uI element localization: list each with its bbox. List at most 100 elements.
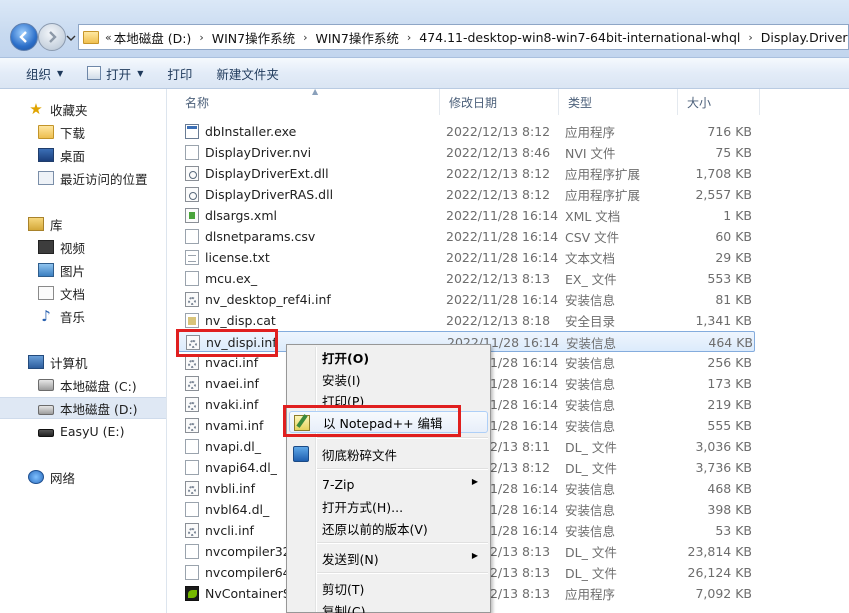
file-row[interactable]: DisplayDriverExt.dll 2022/12/13 8:12 应用程序扩… [178, 163, 755, 184]
menu-item-open[interactable]: 打开(O) [289, 346, 488, 368]
menu-item-open-with[interactable]: 打开方式(H)... [289, 495, 488, 517]
file-date: 2022/12/13 8:12 [446, 187, 551, 202]
file-row[interactable]: license.txt 2022/11/28 16:14 文本文档 29 KB [178, 247, 755, 268]
history-dropdown-icon[interactable] [66, 33, 76, 43]
file-size: 553 KB [707, 271, 752, 286]
chevron-down-icon: ▼ [137, 68, 144, 78]
print-label: 打印 [167, 66, 193, 82]
file-row[interactable]: DisplayDriverRAS.dll 2022/12/13 8:12 应用程序扩… [178, 184, 755, 205]
menu-item-copy[interactable]: 复制(C) [289, 599, 488, 613]
breadcrumb-item[interactable]: WIN7操作系统 [212, 28, 295, 47]
sidebar-item-drive-e[interactable]: EasyU (E:) [0, 420, 166, 442]
file-size: 1,708 KB [695, 166, 752, 181]
print-button[interactable]: 打印 [155, 58, 204, 88]
column-header-date[interactable]: 修改日期 [440, 89, 559, 115]
menu-item-label: 打开(O) [322, 350, 370, 366]
breadcrumb-separator-icon[interactable]: › [748, 31, 752, 44]
menu-item-label: 发送到(N) [322, 551, 379, 567]
sidebar-item-videos[interactable]: 视频 [0, 236, 166, 258]
menu-separator [317, 572, 488, 574]
column-header-label: 修改日期 [449, 95, 498, 110]
shredder-icon [293, 446, 309, 462]
menu-separator [317, 542, 488, 544]
file-row[interactable]: dlsargs.xml 2022/11/28 16:14 XML 文档 1 KB [178, 205, 755, 226]
file-row[interactable]: nv_disp.cat 2022/12/13 8:18 安全目录 1,341 KB [178, 310, 755, 331]
breadcrumb-item[interactable]: 本地磁盘 (D:) [114, 28, 192, 47]
column-header-type[interactable]: 类型 [559, 89, 678, 115]
file-row[interactable]: dlsnetparams.csv 2022/11/28 16:14 CSV 文件 60… [178, 226, 755, 247]
menu-item-install[interactable]: 安装(I) [289, 368, 488, 390]
sidebar-item-desktop[interactable]: 桌面 [0, 144, 166, 166]
sidebar-item-network[interactable]: 网络 [0, 466, 166, 488]
navigation-bar: « 本地磁盘 (D:) › WIN7操作系统 › WIN7操作系统 › 474.… [0, 0, 849, 58]
menu-item-label: 剪切(T) [322, 581, 365, 597]
file-row[interactable]: mcu.ex_ 2022/12/13 8:13 EX_ 文件 553 KB [178, 268, 755, 289]
open-button[interactable]: 打开 ▼ [75, 58, 155, 88]
highlight-box [176, 329, 278, 357]
breadcrumb-separator-icon[interactable]: › [199, 31, 203, 44]
address-bar[interactable]: « 本地磁盘 (D:) › WIN7操作系统 › WIN7操作系统 › 474.… [78, 24, 849, 50]
sidebar-item-pictures[interactable]: 图片 [0, 259, 166, 281]
usb-drive-icon [38, 428, 54, 437]
sidebar-item-documents[interactable]: 文档 [0, 282, 166, 304]
breadcrumb-overflow[interactable]: « [105, 31, 112, 44]
file-date: 2022/11/28 16:14 [446, 229, 559, 244]
breadcrumb-separator-icon[interactable]: › [407, 31, 411, 44]
xml-file-icon [185, 208, 199, 223]
breadcrumb-separator-icon[interactable]: › [303, 31, 307, 44]
file-date: 2022/11/28 16:14 [446, 292, 559, 307]
column-header-size[interactable]: 大小 [678, 89, 760, 115]
menu-item-restore-versions[interactable]: 还原以前的版本(V) [289, 517, 488, 539]
file-name: license.txt [205, 250, 270, 265]
chevron-down-icon: ▼ [57, 68, 64, 78]
highlight-box [283, 405, 461, 437]
file-name: nv_desktop_ref4i.inf [205, 292, 331, 307]
sidebar-item-label: 视频 [60, 240, 86, 256]
application-icon [185, 124, 199, 139]
file-size: 23,814 KB [687, 544, 752, 559]
file-size: 60 KB [715, 229, 752, 244]
document-icon [38, 286, 54, 300]
file-name: DisplayDriverRAS.dll [205, 187, 334, 202]
sidebar-item-downloads[interactable]: 下载 [0, 121, 166, 143]
sidebar-item-drive-c[interactable]: 本地磁盘 (C:) [0, 374, 166, 396]
file-row[interactable]: dbInstaller.exe 2022/12/13 8:12 应用程序 716 KB [178, 121, 755, 142]
menu-item-cut[interactable]: 剪切(T) [289, 577, 488, 599]
dll-file-icon [185, 187, 199, 202]
file-size: 468 KB [707, 481, 752, 496]
sidebar-item-libraries[interactable]: 库 [0, 213, 166, 235]
catalog-file-icon [185, 313, 199, 328]
setup-info-file-icon [185, 355, 199, 370]
arrow-right-icon [49, 31, 57, 43]
column-header-name[interactable]: ▲ 名称 [176, 87, 440, 115]
sidebar-item-computer[interactable]: 计算机 [0, 351, 166, 373]
menu-item-shred[interactable]: 彻底粉碎文件 [289, 443, 488, 465]
breadcrumb-item[interactable]: WIN7操作系统 [315, 28, 398, 47]
sidebar-item-label: 计算机 [50, 355, 88, 371]
file-row[interactable]: DisplayDriver.nvi 2022/12/13 8:46 NVI 文件 75… [178, 142, 755, 163]
file-name: DisplayDriver.nvi [205, 145, 312, 160]
breadcrumb-item[interactable]: 474.11-desktop-win8-win7-64bit-internati… [419, 30, 740, 45]
menu-item-7zip[interactable]: 7-Zip ▶ [289, 473, 488, 495]
new-folder-button[interactable]: 新建文件夹 [204, 58, 291, 88]
file-icon [185, 544, 199, 559]
forward-button[interactable] [38, 23, 66, 51]
sidebar-item-recent[interactable]: 最近访问的位置 [0, 167, 166, 189]
menu-item-send-to[interactable]: 发送到(N) ▶ [289, 547, 488, 569]
dll-file-icon [185, 166, 199, 181]
sidebar-item-label: 下载 [60, 125, 86, 141]
sidebar-item-drive-d[interactable]: 本地磁盘 (D:) [0, 397, 166, 419]
file-row[interactable]: nv_desktop_ref4i.inf 2022/11/28 16:14 安装信息… [178, 289, 755, 310]
organize-button[interactable]: 组织 ▼ [14, 58, 75, 88]
breadcrumb-item[interactable]: Display.Driver [761, 30, 848, 45]
file-size: 1 KB [723, 208, 752, 223]
star-icon: ★ [29, 100, 43, 118]
sidebar-item-favorites[interactable]: ★ 收藏夹 [0, 98, 166, 120]
sidebar-item-music[interactable]: ♪ 音乐 [0, 305, 166, 327]
menu-item-label: 彻底粉碎文件 [322, 447, 398, 463]
arrow-left-icon [19, 31, 27, 43]
file-size: 81 KB [715, 292, 752, 307]
back-button[interactable] [10, 23, 38, 51]
downloads-folder-icon [38, 125, 54, 139]
file-size: 219 KB [707, 397, 752, 412]
